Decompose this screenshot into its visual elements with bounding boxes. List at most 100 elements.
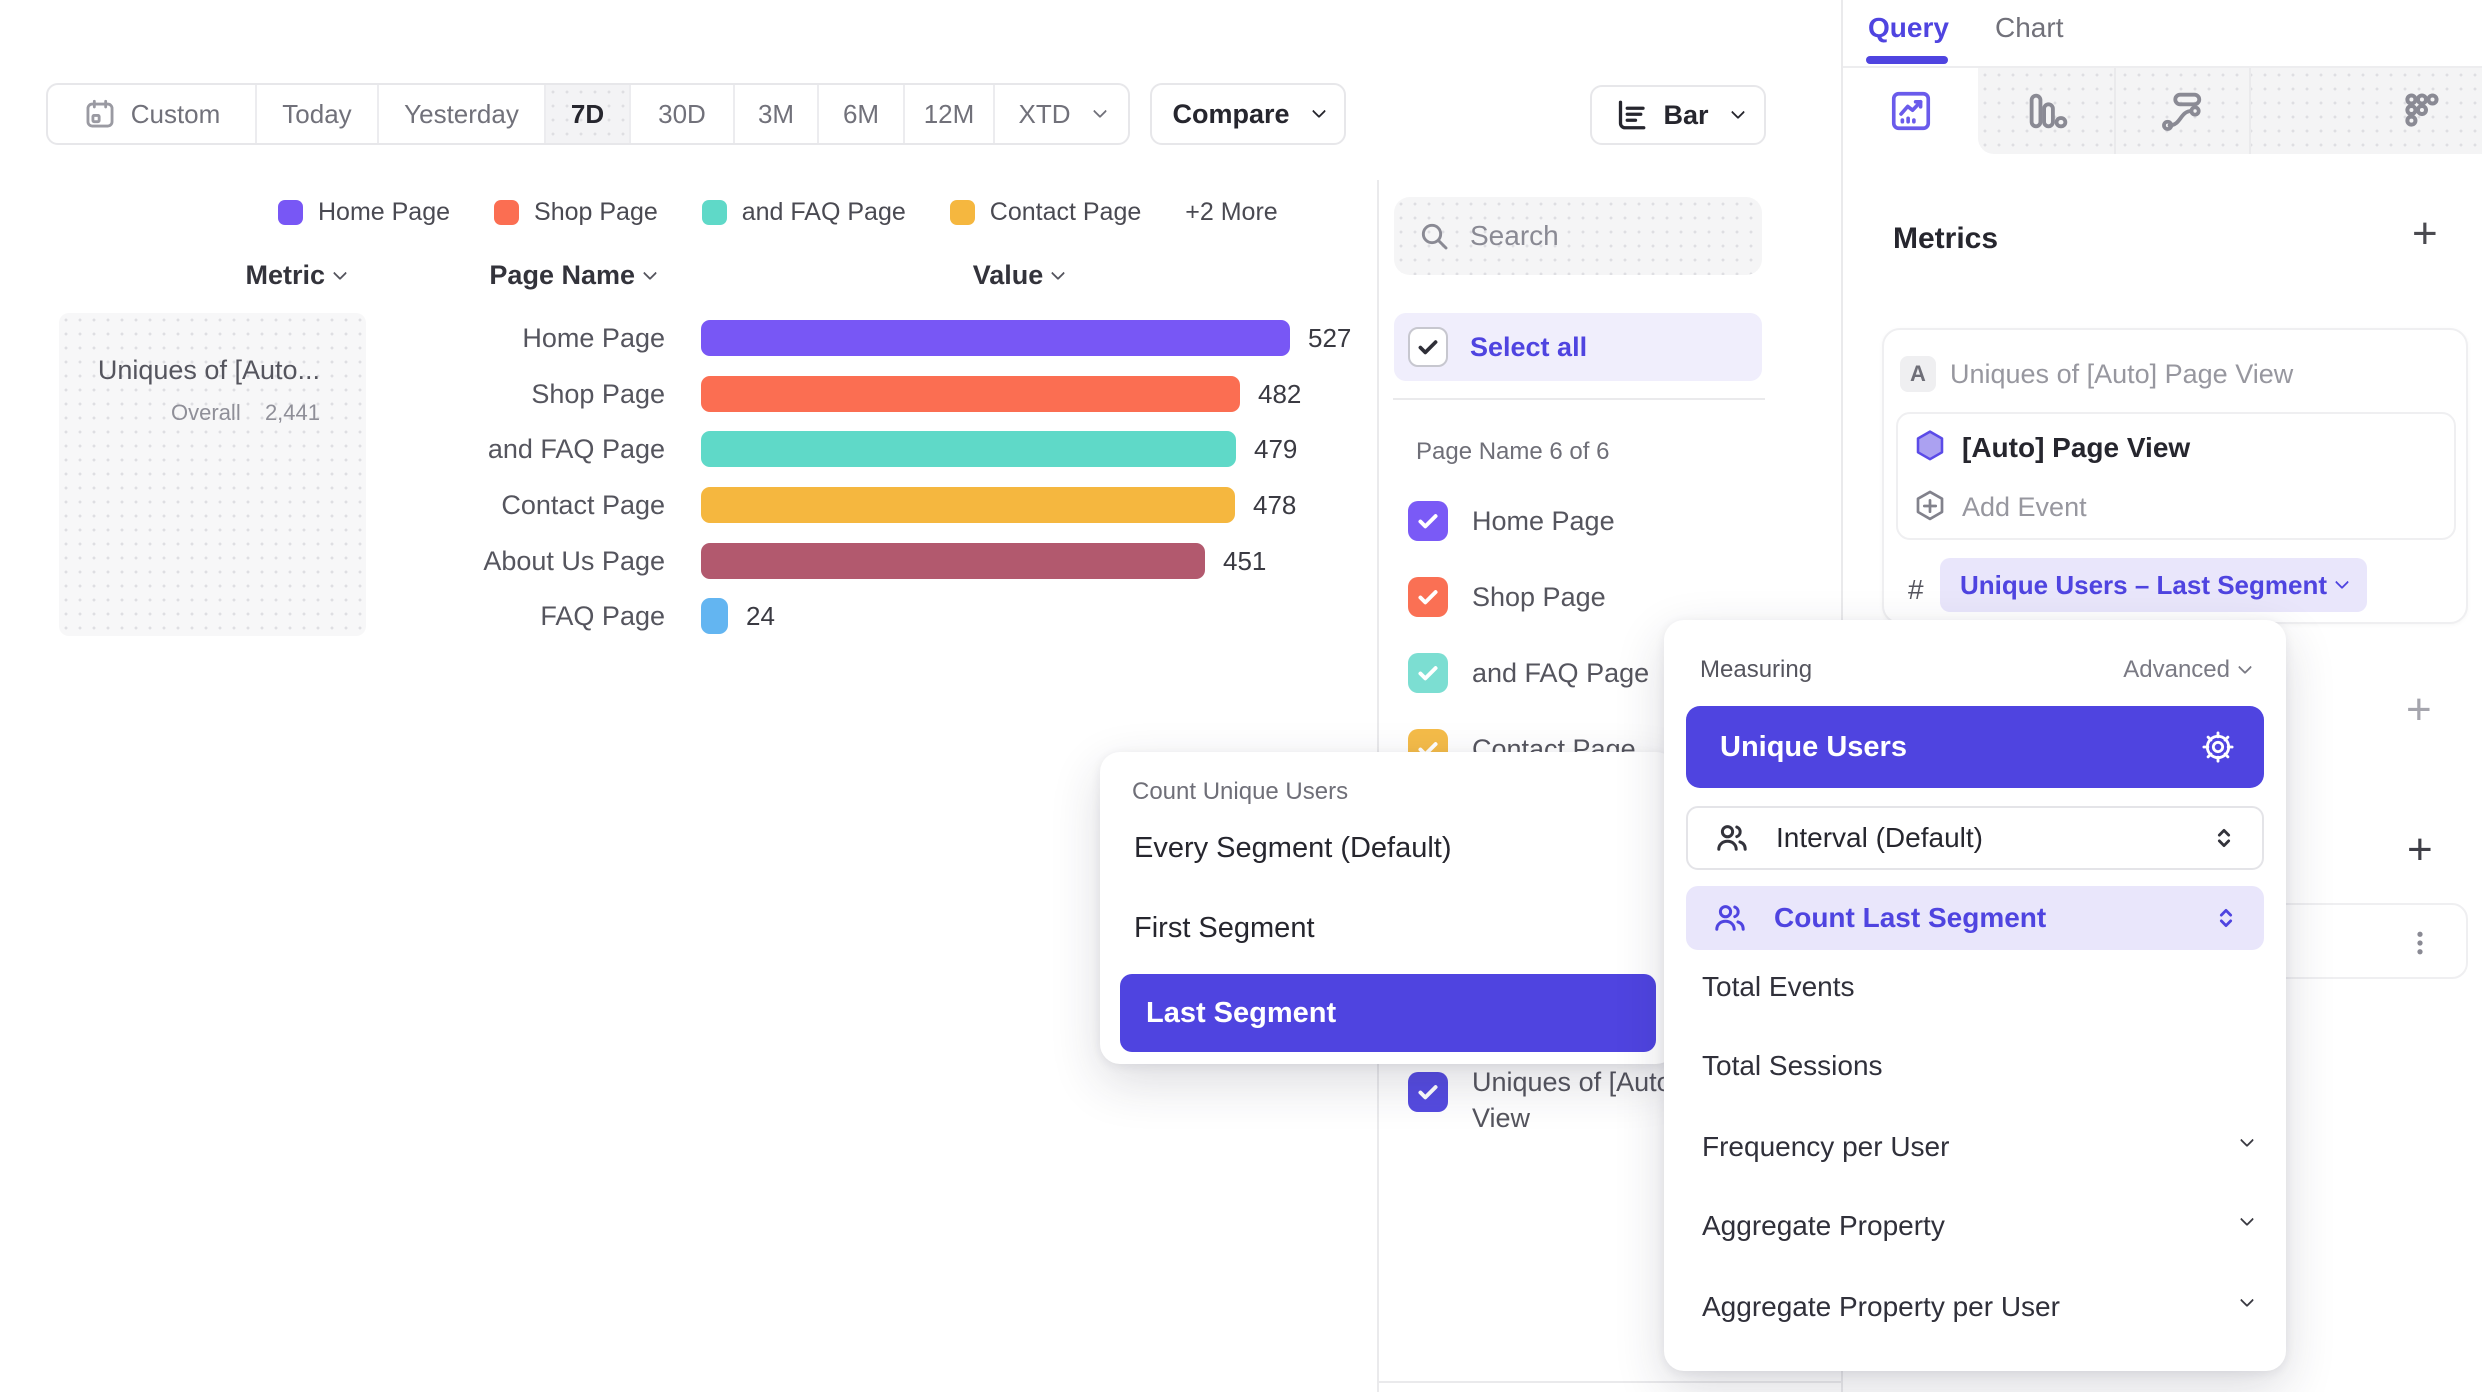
date-button-12m[interactable]: 12M: [905, 85, 995, 143]
value-column-header[interactable]: Value: [938, 260, 1098, 291]
chevron-down-icon: [1311, 104, 1325, 118]
filter-item-shop-page[interactable]: Shop Page: [1408, 577, 1606, 617]
legend-swatch: [494, 200, 519, 225]
calendar-icon: [83, 97, 117, 131]
legend-item[interactable]: Shop Page: [494, 198, 658, 227]
legend-item[interactable]: Contact Page: [950, 198, 1142, 227]
add-breakdown-button[interactable]: +: [2407, 828, 2433, 872]
stepper-icon[interactable]: [2210, 824, 2238, 852]
tab-separator: [2249, 68, 2251, 154]
measure-unique-users-selected[interactable]: Unique Users: [1686, 706, 2264, 788]
filter-item-uniques-metric[interactable]: Uniques of [Auto View: [1408, 1072, 1672, 1136]
legend-item[interactable]: Home Page: [278, 198, 450, 227]
measure-option-total-sessions[interactable]: Total Sessions: [1702, 1050, 1883, 1082]
add-metric-button[interactable]: +: [2412, 212, 2438, 256]
search-input[interactable]: Search: [1394, 197, 1762, 275]
legend-swatch: [278, 200, 303, 225]
chevron-down-icon[interactable]: [2240, 1212, 2254, 1226]
advanced-dropdown[interactable]: Advanced: [2123, 656, 2250, 684]
checkbox-checked[interactable]: [1408, 501, 1448, 541]
date-button-today[interactable]: Today: [257, 85, 379, 143]
measure-option-frequency-per-user[interactable]: Frequency per User: [1702, 1131, 1949, 1163]
event-hexagon-icon: [1912, 428, 1948, 464]
search-placeholder: Search: [1470, 220, 1559, 252]
bar[interactable]: [701, 487, 1235, 523]
bar[interactable]: [701, 543, 1205, 579]
legend-swatch: [702, 200, 727, 225]
date-button-yesterday[interactable]: Yesterday: [379, 85, 546, 143]
chart-type-selector[interactable]: Bar: [1590, 85, 1766, 145]
bar-row: FAQ Page 24: [380, 596, 775, 636]
tab-query[interactable]: Query: [1868, 12, 1949, 44]
bar[interactable]: [701, 376, 1240, 412]
measure-option-aggregate-property-per-user[interactable]: Aggregate Property per User: [1702, 1291, 2060, 1323]
measure-option-aggregate-property[interactable]: Aggregate Property: [1702, 1210, 1945, 1242]
measuring-popover: Measuring Advanced Unique Users Interval…: [1664, 620, 2286, 1371]
option-last-segment-selected[interactable]: Last Segment: [1120, 974, 1656, 1052]
stepper-icon[interactable]: [2212, 904, 2240, 932]
bar[interactable]: [701, 598, 728, 634]
select-all-checkbox[interactable]: [1408, 327, 1448, 367]
date-range-toolbar: Custom Today Yesterday 7D 30D 3M 6M 12M …: [46, 83, 1130, 145]
chevron-down-icon: [643, 266, 657, 280]
select-all-row[interactable]: Select all: [1394, 313, 1762, 381]
bar-category-label: About Us Page: [380, 546, 665, 577]
aggregation-dropdown[interactable]: Unique Users – Last Segment: [1940, 558, 2367, 612]
chart-type-label: Bar: [1663, 100, 1708, 131]
metric-cell[interactable]: Uniques of [Auto... Overall 2,441: [59, 313, 366, 636]
measure-row-count-last-segment[interactable]: Count Last Segment: [1686, 886, 2264, 950]
chevron-down-icon: [1051, 266, 1065, 280]
checkbox-checked[interactable]: [1408, 577, 1448, 617]
filter-divider: [1393, 398, 1765, 400]
compare-button[interactable]: Compare: [1150, 83, 1346, 145]
measure-row-interval[interactable]: Interval (Default): [1686, 806, 2264, 870]
bar[interactable]: [701, 431, 1236, 467]
tab-chart[interactable]: Chart: [1995, 12, 2063, 44]
horizontal-bar-chart-icon: [1613, 97, 1649, 133]
event-card[interactable]: [Auto] Page View Add Event: [1896, 412, 2456, 540]
query-type-flows[interactable]: [2114, 68, 2249, 154]
bar-category-label: FAQ Page: [380, 601, 665, 632]
query-type-retention[interactable]: [2353, 68, 2482, 154]
chevron-down-icon: [1730, 105, 1744, 119]
filter-item-home-page[interactable]: Home Page: [1408, 501, 1615, 541]
option-first-segment[interactable]: First Segment: [1134, 912, 1315, 945]
metric-overall: Overall 2,441: [59, 400, 320, 426]
date-button-30d[interactable]: 30D: [631, 85, 735, 143]
query-type-insights-active[interactable]: [1843, 68, 1978, 154]
bar-row: About Us Page 451: [380, 541, 1266, 581]
bar-value: 479: [1254, 434, 1297, 465]
legend-more[interactable]: +2 More: [1185, 198, 1277, 227]
date-button-3m[interactable]: 3M: [735, 85, 819, 143]
chevron-down-icon[interactable]: [2240, 1293, 2254, 1307]
metric-column-header[interactable]: Metric: [75, 260, 345, 291]
query-type-tabs: [1843, 68, 2482, 154]
checkbox-checked[interactable]: [1408, 653, 1448, 693]
option-every-segment[interactable]: Every Segment (Default): [1134, 832, 1452, 865]
date-button-6m[interactable]: 6M: [819, 85, 905, 143]
add-event-button[interactable]: Add Event: [1962, 492, 2087, 523]
filter-item-and-faq-page[interactable]: and FAQ Page: [1408, 653, 1649, 693]
bar-value: 482: [1258, 379, 1301, 410]
chevron-down-icon[interactable]: [2240, 1133, 2254, 1147]
users-icon: [1712, 900, 1748, 936]
event-name: [Auto] Page View: [1962, 432, 2190, 464]
legend-item[interactable]: and FAQ Page: [702, 198, 906, 227]
add-event-icon: [1912, 488, 1948, 524]
more-options-icon[interactable]: [2398, 921, 2442, 965]
chart-legend: Home Page Shop Page and FAQ Page Contact…: [278, 198, 1278, 227]
numeric-operator-symbol: #: [1908, 574, 1924, 606]
measure-option-total-events[interactable]: Total Events: [1702, 971, 1855, 1003]
date-button-7d[interactable]: 7D: [546, 85, 631, 143]
date-button-custom[interactable]: Custom: [48, 85, 257, 143]
page-name-column-header[interactable]: Page Name: [385, 260, 655, 291]
chevron-down-icon: [2335, 575, 2349, 589]
checkbox-checked[interactable]: [1408, 1072, 1448, 1112]
search-icon: [1418, 220, 1450, 252]
metric-card[interactable]: A Uniques of [Auto] Page View [Auto] Pag…: [1882, 328, 2468, 624]
bar[interactable]: [701, 320, 1290, 356]
query-type-funnels[interactable]: [1978, 68, 2113, 154]
add-filter-button[interactable]: +: [2406, 688, 2432, 732]
gear-icon[interactable]: [2200, 729, 2236, 765]
date-button-xtd[interactable]: XTD: [995, 85, 1128, 143]
